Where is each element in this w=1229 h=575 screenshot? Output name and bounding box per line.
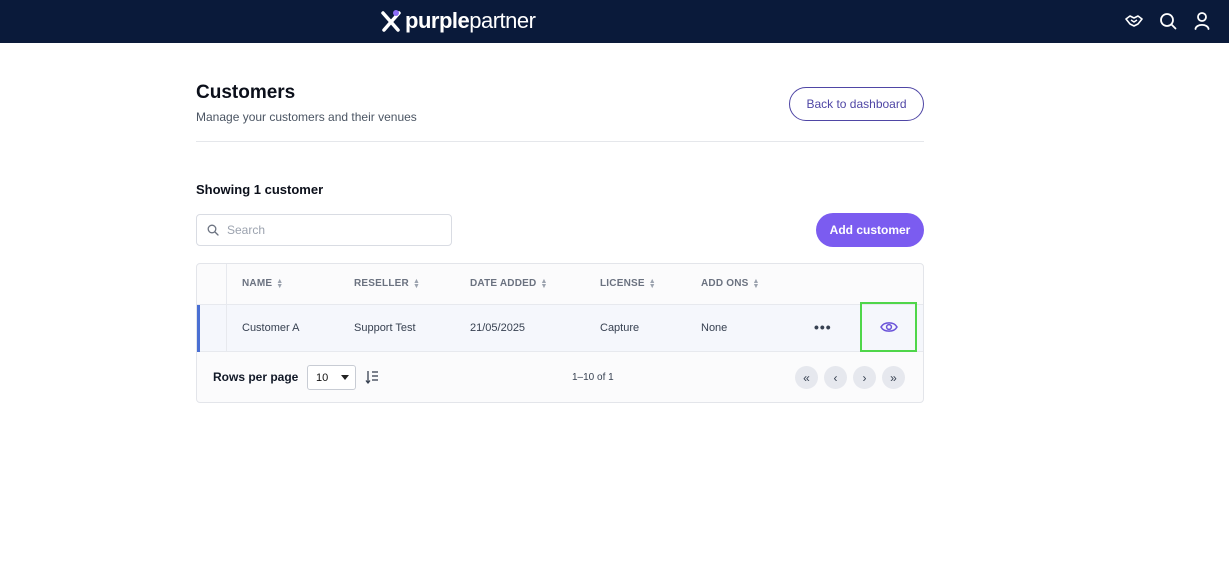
sort-icon: ▲ ▼	[412, 277, 421, 290]
column-label: RESELLER	[354, 278, 409, 289]
sort-icon: ▲ ▼	[276, 277, 284, 290]
cell-name: Customer A	[242, 322, 300, 334]
cell-date-added: 21/05/2025	[470, 322, 526, 334]
brand-logo[interactable]: purplepartner	[380, 6, 536, 36]
column-label: ADD ONS	[701, 278, 749, 289]
brand-bold: purple	[405, 8, 470, 33]
column-header-name[interactable]: NAME ▲ ▼	[242, 277, 284, 290]
search-field[interactable]	[196, 214, 452, 246]
pagination-controls: « ‹ › »	[795, 366, 905, 389]
sort-list-icon[interactable]	[365, 369, 379, 385]
search-icon[interactable]	[1157, 10, 1179, 32]
column-header-license[interactable]: LICENSE ▲ ▼	[600, 277, 656, 290]
user-icon[interactable]	[1191, 10, 1213, 32]
column-header-add-ons[interactable]: ADD ONS ▲ ▼	[701, 277, 760, 290]
column-label: NAME	[242, 278, 273, 289]
column-label: DATE ADDED	[470, 278, 537, 289]
column-label: LICENSE	[600, 278, 645, 289]
rows-per-page-select[interactable]: 10	[307, 365, 356, 390]
brand-light: partner	[469, 8, 536, 33]
caret-down-icon	[341, 375, 349, 380]
rows-per-page-label: Rows per page	[213, 370, 299, 384]
previous-page-button[interactable]: ‹	[824, 366, 847, 389]
column-header-reseller[interactable]: RESELLER ▲ ▼	[354, 277, 421, 290]
add-customer-button[interactable]: Add customer	[816, 213, 924, 247]
next-page-button[interactable]: ›	[853, 366, 876, 389]
table-row[interactable]: Customer A Support Test 21/05/2025 Captu…	[197, 302, 923, 352]
more-options-icon[interactable]: •••	[814, 319, 832, 335]
top-navigation-bar: purplepartner	[0, 0, 1229, 43]
table-footer: Rows per page 10 1–10 of 1 « ‹ › »	[197, 353, 923, 403]
back-to-dashboard-button[interactable]: Back to dashboard	[789, 87, 924, 121]
pagination-range: 1–10 of 1	[572, 372, 614, 383]
purple-logo-icon	[381, 10, 401, 32]
view-customer-button[interactable]	[860, 302, 917, 352]
cell-reseller: Support Test	[354, 322, 416, 334]
results-count: Showing 1 customer	[196, 182, 324, 197]
search-input[interactable]	[227, 223, 427, 237]
rows-per-page-value: 10	[316, 371, 329, 384]
sort-icon: ▲ ▼	[648, 277, 656, 290]
select-column-header	[197, 264, 227, 305]
handshake-icon[interactable]	[1123, 10, 1145, 32]
last-page-button[interactable]: »	[882, 366, 905, 389]
table-header: NAME ▲ ▼ RESELLER ▲ ▼ DATE ADDED ▲ ▼ LICENSE ▲ ▼…	[197, 264, 923, 305]
cell-add-ons: None	[701, 322, 728, 334]
column-header-date-added[interactable]: DATE ADDED ▲ ▼	[470, 277, 548, 290]
header-divider	[196, 141, 924, 142]
sort-icon: ▲ ▼	[540, 277, 548, 290]
eye-icon	[879, 322, 898, 332]
customers-table: NAME ▲ ▼ RESELLER ▲ ▼ DATE ADDED ▲ ▼ LICENSE ▲ ▼…	[196, 263, 924, 403]
row-select-cell	[200, 305, 227, 352]
first-page-button[interactable]: «	[795, 366, 818, 389]
brand-wordmark: purplepartner	[405, 8, 536, 34]
cell-license: Capture	[600, 322, 640, 334]
search-icon	[207, 224, 219, 236]
sort-icon: ▲ ▼	[752, 277, 760, 290]
